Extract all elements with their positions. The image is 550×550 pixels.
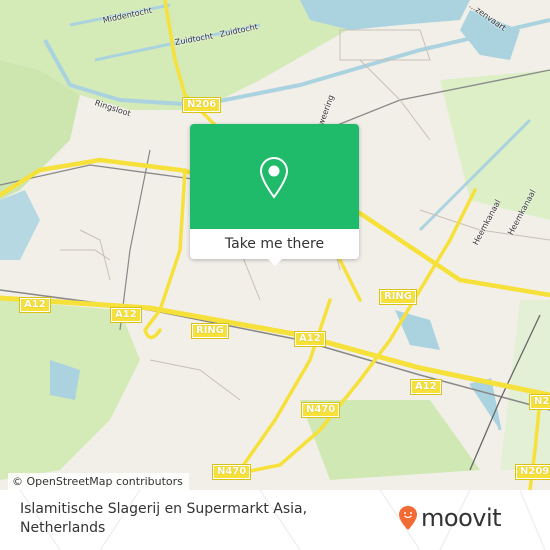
place-footer: Islamitische Slagerij en Supermarkt Asia…: [0, 490, 550, 550]
take-me-there-button[interactable]: Take me there: [190, 229, 359, 259]
road-shield-n20: N20: [528, 394, 550, 410]
popup-pointer: [267, 258, 283, 266]
road-shield-ring: RING: [191, 323, 229, 339]
road-shield-a12: A12: [110, 307, 142, 323]
moovit-pin-smile-icon: [399, 506, 417, 530]
pond-east: [395, 310, 440, 350]
railway-vertical: [119, 149, 151, 331]
map-pin-icon: [259, 156, 289, 199]
map-attribution[interactable]: © OpenStreetMap contributors: [8, 473, 189, 490]
location-popup: Take me there: [190, 124, 359, 266]
popup-header: [190, 124, 359, 229]
road-shield-n470: N470: [300, 402, 341, 418]
water-west: [0, 190, 40, 260]
road-shield-a12: A12: [19, 297, 51, 313]
brand-name: moovit: [421, 504, 502, 532]
road-shield-n209: N209: [514, 464, 550, 480]
canal-south: [469, 378, 502, 431]
place-name: Islamitische Slagerij en Supermarkt Asia…: [20, 501, 308, 536]
road-shield-n470: N470: [211, 464, 252, 480]
road-shield-n206: N206: [181, 97, 222, 113]
moovit-logo[interactable]: moovit: [398, 504, 502, 532]
road-shield-ring: RING: [379, 289, 417, 305]
road-shield-a12: A12: [410, 379, 442, 395]
map-view[interactable]: N206 A12 A12 RING A12 RING A12 N470 N470…: [0, 0, 550, 490]
road-shield-a12: A12: [294, 331, 326, 347]
